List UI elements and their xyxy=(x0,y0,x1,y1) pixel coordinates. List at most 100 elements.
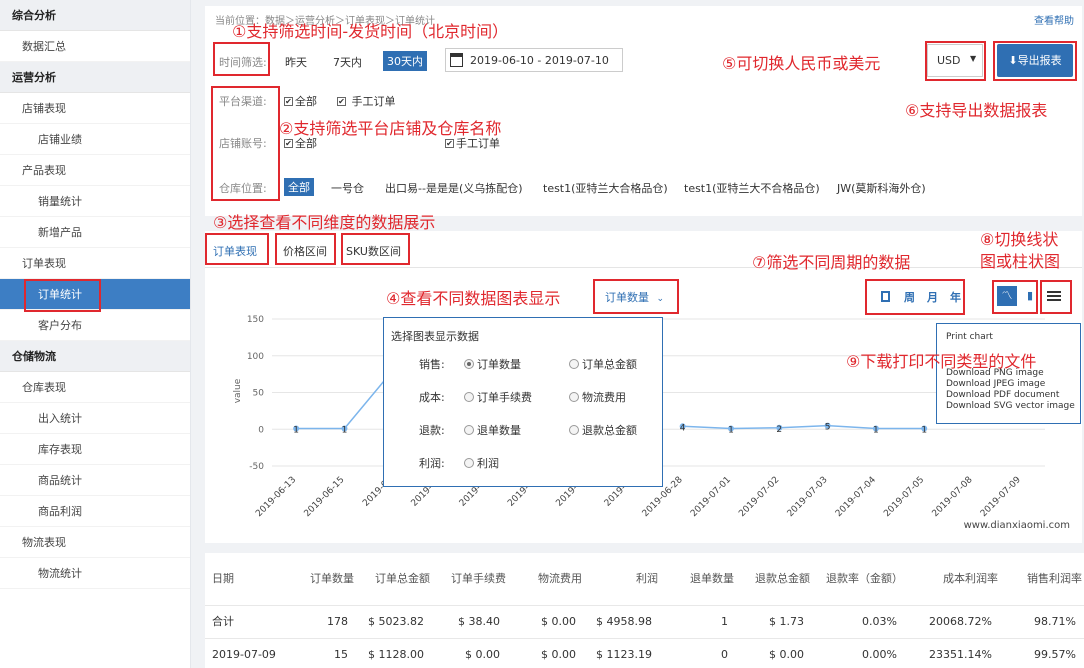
data-table: 日期 订单数量 订单总金额 订单手续费 物流费用 利润 退单数量 退款总金额 退款率（金额） 成本… xyxy=(205,553,1084,668)
sidebar-item[interactable]: 新增产品 xyxy=(0,217,190,248)
sidebar: 综合分析 数据汇总 运营分析 店铺表现 店铺业绩 产品表现 销量统计 新增产品 订单表现 订单统计… xyxy=(0,0,191,668)
data-point-label: 1 xyxy=(293,426,299,436)
x-tick-label: 2019-07-03 xyxy=(786,475,830,519)
table-header-cell[interactable]: 订单总金额 xyxy=(375,553,430,605)
annotation-box-sidebar xyxy=(24,279,101,312)
data-point-label: 2 xyxy=(776,425,782,435)
export-menu-item[interactable]: Download JPEG image xyxy=(946,379,1045,389)
metric-option[interactable]: 利润 xyxy=(464,455,499,471)
chart-panel: 订单表现 价格区间 SKU数区间 订单数量 ⌄ 周 月 年 〽 ▮ -50 0 50… xyxy=(205,231,1082,543)
y-tick-label: -50 xyxy=(249,462,264,472)
table-header-cell[interactable]: 订单数量 xyxy=(310,553,354,605)
annotation-box-time xyxy=(213,42,270,76)
y-axis-label: value xyxy=(233,378,243,403)
radio-icon xyxy=(464,392,474,402)
table-cell: $ 1128.00 xyxy=(368,648,424,661)
x-tick-label: 2019-07-05 xyxy=(882,475,926,519)
table-header-cell[interactable]: 订单手续费 xyxy=(451,553,506,605)
sidebar-item[interactable]: 店铺业绩 xyxy=(0,124,190,155)
sidebar-item[interactable]: 出入统计 xyxy=(0,403,190,434)
annotation-8-line2: 图或柱状图 xyxy=(980,252,1061,271)
table-header-cell[interactable]: 物流费用 xyxy=(538,553,582,605)
metric-option[interactable]: 订单总金额 xyxy=(569,356,637,372)
time-option-30days[interactable]: 30天内 xyxy=(383,51,427,71)
sidebar-item[interactable]: 数据汇总 xyxy=(0,31,190,62)
metric-option-label: 退单数量 xyxy=(477,424,521,437)
table-header-cell[interactable]: 退单数量 xyxy=(690,553,734,605)
annotation-box-store xyxy=(211,86,280,201)
sidebar-category: 综合分析 xyxy=(0,0,190,31)
table-header-cell[interactable]: 退款率（金额） xyxy=(826,553,903,605)
table-header-cell[interactable]: 成本利润率 xyxy=(943,553,998,605)
export-menu: Print chart Download PNG image Download JP… xyxy=(936,323,1081,424)
sidebar-item[interactable]: 物流表现 xyxy=(0,527,190,558)
table-cell: 1 xyxy=(721,615,728,628)
time-option-yesterday[interactable]: 昨天 xyxy=(285,54,307,70)
annotation-box-tab1 xyxy=(205,233,269,265)
table-cell: $ 1.73 xyxy=(769,615,804,628)
annotation-8-line1: ⑧切换线状 xyxy=(980,230,1059,249)
sidebar-item[interactable]: 产品表现 xyxy=(0,155,190,186)
table-cell: $ 0.00 xyxy=(465,648,500,661)
help-link[interactable]: 查看帮助 xyxy=(1034,12,1074,27)
metric-option[interactable]: 物流费用 xyxy=(569,389,626,405)
metric-popup: 选择图表显示数据 销售: 订单数量 订单总金额 成本: 订单手续费 物流费用 退款: 退单数量… xyxy=(383,317,663,487)
table-cell: $ 0.00 xyxy=(541,648,576,661)
annotation-2: ②支持筛选平台店铺及仓库名称 xyxy=(279,119,502,138)
table-row: 2019-07-09 15 $ 1128.00 $ 0.00 $ 0.00 $ 1123.… xyxy=(205,638,1084,668)
warehouse-option-4[interactable]: test1(亚特兰大不合格品仓) xyxy=(684,180,820,196)
annotation-box-export xyxy=(993,41,1077,81)
data-point-label: 5 xyxy=(825,423,831,433)
x-tick-label: 2019-07-04 xyxy=(834,475,878,519)
sidebar-item[interactable]: 商品统计 xyxy=(0,465,190,496)
checkbox-icon: ✔ xyxy=(284,138,293,148)
metric-option-label: 退款总金额 xyxy=(582,424,637,437)
metric-group-label: 销售: xyxy=(419,358,445,371)
warehouse-option-5[interactable]: JW(莫斯科海外仓) xyxy=(837,180,926,196)
sidebar-category: 运营分析 xyxy=(0,62,190,93)
sidebar-item[interactable]: 库存表现 xyxy=(0,434,190,465)
sidebar-item[interactable]: 销量统计 xyxy=(0,186,190,217)
channel-option-all-label: 全部 xyxy=(295,95,317,108)
sidebar-item[interactable]: 订单表现 xyxy=(0,248,190,279)
time-option-7days[interactable]: 7天内 xyxy=(333,54,362,70)
table-header-cell[interactable]: 退款总金额 xyxy=(755,553,810,605)
table-cell: 0 xyxy=(721,648,728,661)
checkbox-icon: ✔ xyxy=(284,96,293,106)
table-header-cell[interactable]: 日期 xyxy=(212,553,234,605)
table-header-cell[interactable]: 销售利润率 xyxy=(1027,553,1082,605)
export-menu-item[interactable]: Download SVG vector image xyxy=(946,401,1075,411)
warehouse-option-3[interactable]: test1(亚特兰大合格品仓) xyxy=(543,180,668,196)
table-cell: 98.71% xyxy=(1034,615,1076,628)
warehouse-option-all[interactable]: 全部 xyxy=(284,178,314,196)
channel-option-manual[interactable]: ✔ 手工订单 xyxy=(337,93,396,109)
warehouse-option-1[interactable]: 一号仓 xyxy=(331,180,364,196)
table-header-cell[interactable]: 利润 xyxy=(636,553,658,605)
x-tick-label: 2019-06-13 xyxy=(254,475,298,519)
export-menu-item[interactable]: Download PDF document xyxy=(946,390,1059,400)
metric-option[interactable]: 订单手续费 xyxy=(464,389,532,405)
metric-option[interactable]: 退款总金额 xyxy=(569,422,637,438)
metric-option[interactable]: 退单数量 xyxy=(464,422,521,438)
warehouse-option-2[interactable]: 出口易--是是是(义乌拣配仓) xyxy=(385,180,523,196)
table-cell: $ 5023.82 xyxy=(368,615,424,628)
sidebar-item[interactable]: 商品利润 xyxy=(0,496,190,527)
sidebar-item[interactable]: 店铺表现 xyxy=(0,93,190,124)
date-range-input[interactable]: 2019-06-10 - 2019-07-10 xyxy=(445,48,623,72)
sidebar-item[interactable]: 仓库表现 xyxy=(0,372,190,403)
metric-popup-title: 选择图表显示数据 xyxy=(391,330,479,343)
radio-icon xyxy=(464,425,474,435)
metric-option[interactable]: 订单数量 xyxy=(464,356,521,372)
annotation-1: ①支持筛选时间-发货时间（北京时间） xyxy=(232,22,509,41)
export-menu-item[interactable]: Print chart xyxy=(946,332,993,342)
table-row: 合计 178 $ 5023.82 $ 38.40 $ 0.00 $ 4958.98 1 $ 1… xyxy=(205,605,1084,637)
table-cell: 0.00% xyxy=(862,648,897,661)
sidebar-category: 仓储物流 xyxy=(0,341,190,372)
sidebar-item[interactable]: 客户分布 xyxy=(0,310,190,341)
y-tick-label: 0 xyxy=(258,425,264,435)
channel-option-all[interactable]: ✔ 全部 xyxy=(284,93,317,109)
annotation-6: ⑥支持导出数据报表 xyxy=(905,101,1048,120)
channel-option-manual-label: 手工订单 xyxy=(351,95,396,108)
radio-icon xyxy=(569,359,579,369)
sidebar-item[interactable]: 物流统计 xyxy=(0,558,190,589)
